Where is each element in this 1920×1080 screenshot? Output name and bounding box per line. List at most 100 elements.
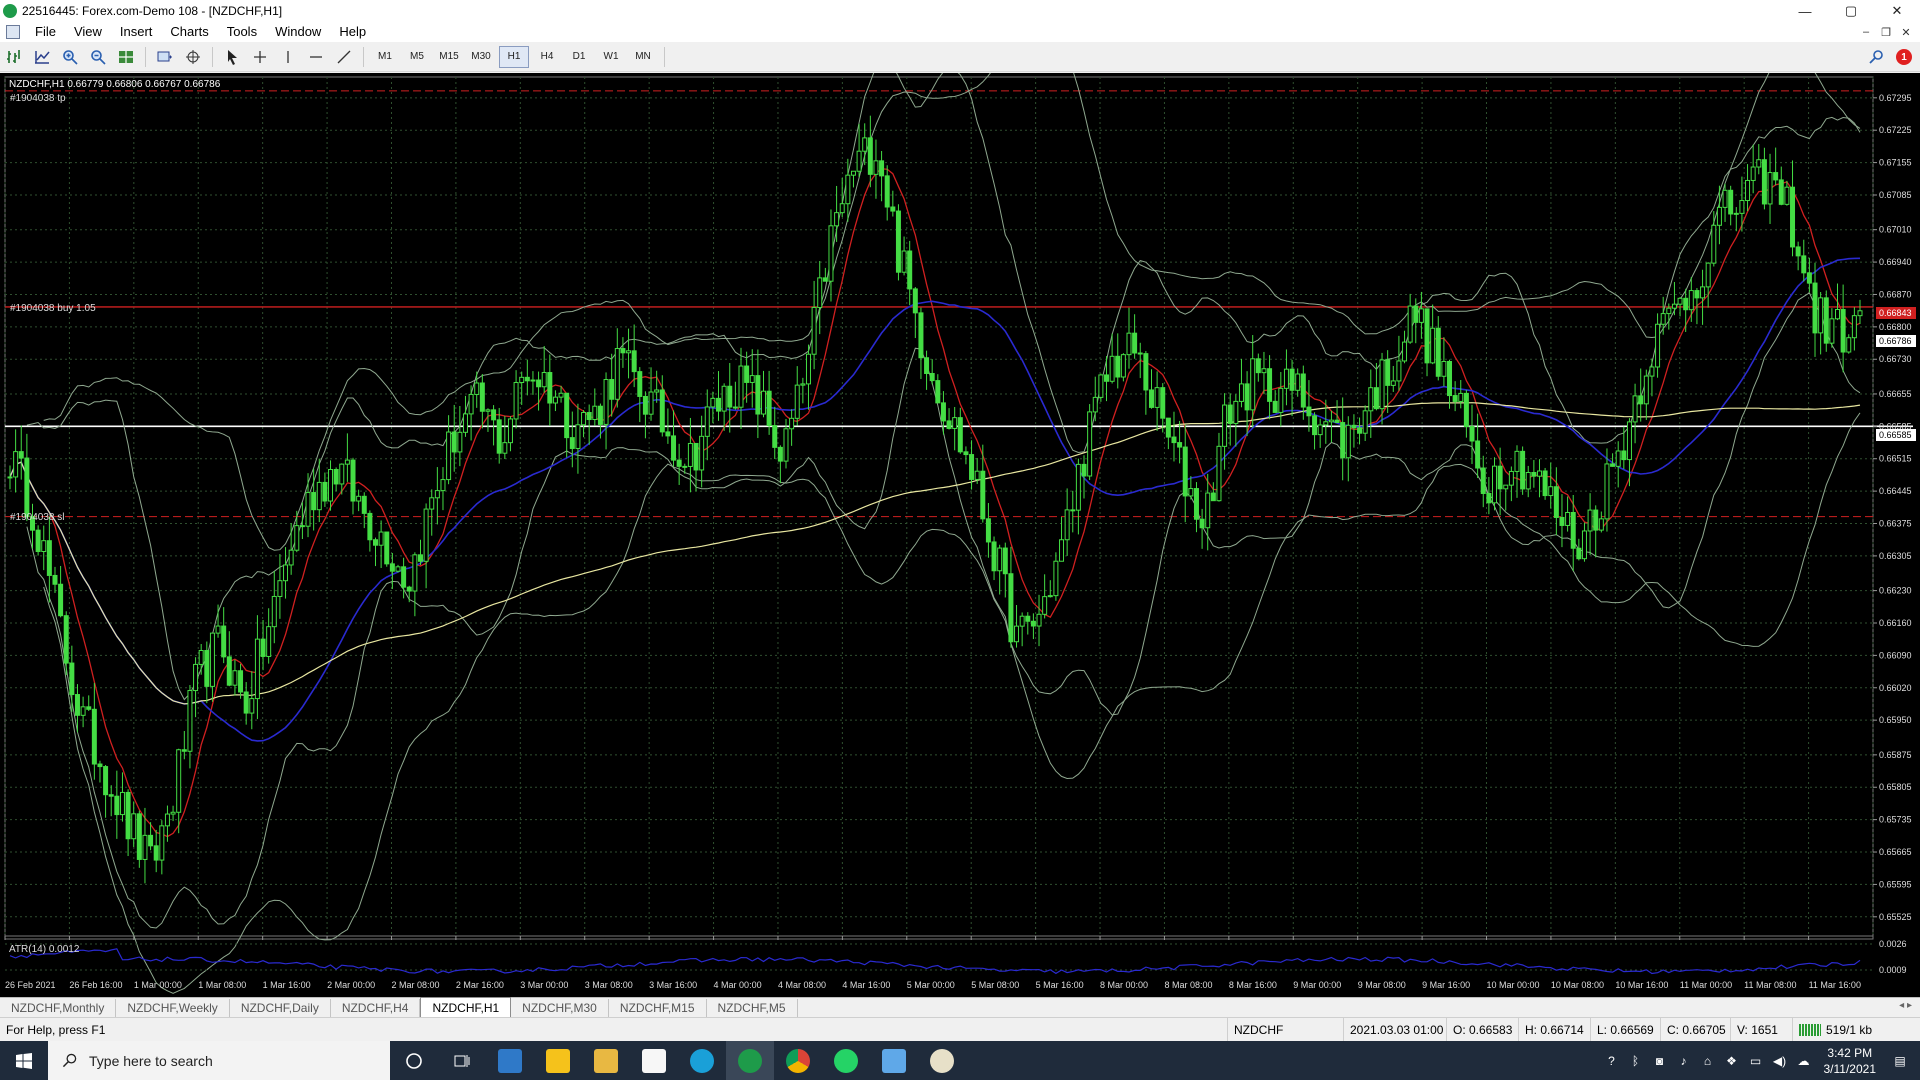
chart-minimize-icon[interactable]: – (1856, 26, 1876, 38)
menu-view[interactable]: View (65, 22, 111, 42)
help-icon[interactable]: ? (1602, 1051, 1622, 1071)
timeframe-mn[interactable]: MN (629, 47, 657, 67)
candle-body (1447, 360, 1453, 397)
microphone-icon[interactable]: ♪ (1674, 1051, 1694, 1071)
bluetooth-icon[interactable]: ᛒ (1626, 1051, 1646, 1071)
notification-badge[interactable]: 1 (1896, 49, 1912, 65)
task-view-icon[interactable] (438, 1041, 486, 1080)
chart-window[interactable]: 0.0026 0.0009 0.67295 0.67225 0.67155 0.6708… (0, 73, 1920, 997)
price-chart[interactable]: 0.0026 0.0009 0.67295 0.67225 0.67155 0.6708… (0, 73, 1920, 997)
bar-chart-icon[interactable] (2, 46, 26, 68)
candle-body (1435, 327, 1441, 377)
moving-averages (9, 168, 1861, 838)
menu-charts[interactable]: Charts (161, 22, 217, 42)
candle-body (1019, 615, 1025, 627)
candle-body (1188, 488, 1194, 497)
menu-insert[interactable]: Insert (111, 22, 162, 42)
menu-window[interactable]: Window (266, 22, 330, 42)
chart-close-icon[interactable]: ✕ (1896, 26, 1916, 39)
candle-body (1548, 486, 1554, 497)
network-icon[interactable]: ⌂ (1698, 1051, 1718, 1071)
candle-body (187, 690, 193, 752)
paint-app-icon[interactable] (918, 1041, 966, 1080)
candle-body (564, 392, 570, 439)
chart-window-icon[interactable] (6, 25, 20, 39)
dropbox-icon[interactable]: ❖ (1722, 1051, 1742, 1071)
cursor-icon[interactable] (220, 46, 244, 68)
file-explorer-icon[interactable] (582, 1041, 630, 1080)
minimize-button[interactable]: — (1782, 0, 1828, 22)
horizontal-line-icon[interactable] (304, 46, 328, 68)
tab-nzdchf-h4[interactable]: NZDCHF,H4 (331, 999, 421, 1017)
chrome-browser-icon[interactable] (774, 1041, 822, 1080)
tab-label: NZDCHF,Weekly (127, 1001, 218, 1015)
candle-body (457, 431, 463, 453)
timeframe-m1[interactable]: M1 (371, 47, 399, 67)
time-tick-label: 2 Mar 08:00 (391, 980, 439, 990)
status-bar: For Help, press F1 NZDCHF 2021.03.03 01:… (0, 1017, 1920, 1042)
candle-body (558, 392, 564, 398)
candle-body (479, 382, 485, 412)
timeframe-m5[interactable]: M5 (403, 47, 431, 67)
notes-app-icon[interactable] (534, 1041, 582, 1080)
close-button[interactable]: ✕ (1874, 0, 1920, 22)
messaging-app-icon[interactable] (870, 1041, 918, 1080)
windows-start-button[interactable] (0, 1041, 48, 1080)
tab-nzdchf-weekly[interactable]: NZDCHF,Weekly (116, 999, 230, 1017)
tab-nzdchf-m5[interactable]: NZDCHF,M5 (707, 999, 798, 1017)
volume-icon[interactable]: ◀) (1770, 1051, 1790, 1071)
vertical-line-icon[interactable] (276, 46, 300, 68)
menu-file[interactable]: File (26, 22, 65, 42)
menu-help[interactable]: Help (330, 22, 375, 42)
candle-body (367, 512, 373, 541)
forex-terminal-icon[interactable] (726, 1041, 774, 1080)
candle-body (1806, 272, 1812, 284)
maximize-button[interactable]: ▢ (1828, 0, 1874, 22)
menu-tools[interactable]: Tools (218, 22, 266, 42)
tab-nzdchf-monthly[interactable]: NZDCHF,Monthly (0, 999, 117, 1017)
chart-restore-icon[interactable]: ❐ (1876, 26, 1896, 39)
timeframe-w1[interactable]: W1 (597, 47, 625, 67)
zoom-out-icon[interactable] (86, 46, 110, 68)
zoom-in-icon[interactable] (58, 46, 82, 68)
candle-body (654, 389, 660, 393)
cross-tool-icon[interactable] (248, 46, 272, 68)
cortana-icon[interactable] (390, 1041, 438, 1080)
timeframe-d1[interactable]: D1 (565, 47, 593, 67)
candle-body (1312, 415, 1318, 436)
notification-center-icon[interactable]: ▤ (1890, 1051, 1910, 1071)
line-chart-icon[interactable] (30, 46, 54, 68)
status-connection[interactable]: 519/1 kb (1792, 1018, 1920, 1042)
candle-body (918, 312, 924, 359)
taskbar-search-box[interactable]: Type here to search (48, 1041, 390, 1080)
candle-body (738, 365, 744, 408)
storage-icon[interactable]: ▭ (1746, 1051, 1766, 1071)
remote-desktop-icon[interactable] (486, 1041, 534, 1080)
timeframe-h4[interactable]: H4 (533, 47, 561, 67)
timeframe-h1[interactable]: H1 (499, 45, 529, 68)
chat-icon[interactable]: ◙ (1650, 1051, 1670, 1071)
time-tick-label: 2 Mar 00:00 (327, 980, 375, 990)
tab-nzdchf-m30[interactable]: NZDCHF,M30 (511, 999, 609, 1017)
whatsapp-icon[interactable] (822, 1041, 870, 1080)
onedrive-icon[interactable]: ☁ (1794, 1051, 1814, 1071)
templates-icon[interactable] (153, 46, 177, 68)
candle-body (1064, 509, 1070, 541)
candle-body (254, 638, 260, 700)
candle-body (1109, 355, 1115, 382)
tab-nzdchf-h1[interactable]: NZDCHF,H1 (420, 997, 512, 1017)
time-tick-label: 11 Mar 08:00 (1744, 980, 1796, 990)
timeframe-m30[interactable]: M30 (467, 47, 495, 67)
edge-browser-icon[interactable] (678, 1041, 726, 1080)
trendline-icon[interactable] (332, 46, 356, 68)
taskbar-clock[interactable]: 3:42 PM 3/11/2021 (1824, 1045, 1877, 1077)
tile-windows-icon[interactable] (114, 46, 138, 68)
tab-nzdchf-m15[interactable]: NZDCHF,M15 (609, 999, 707, 1017)
tab-scroll-arrows[interactable]: ◂ ▸ (1899, 1000, 1912, 1011)
crosshair-icon[interactable] (181, 46, 205, 68)
tab-nzdchf-daily[interactable]: NZDCHF,Daily (230, 999, 331, 1017)
chart-app-icon[interactable] (630, 1041, 678, 1080)
candle-body (671, 435, 677, 461)
timeframe-m15[interactable]: M15 (435, 47, 463, 67)
search-icon[interactable] (1864, 46, 1888, 68)
